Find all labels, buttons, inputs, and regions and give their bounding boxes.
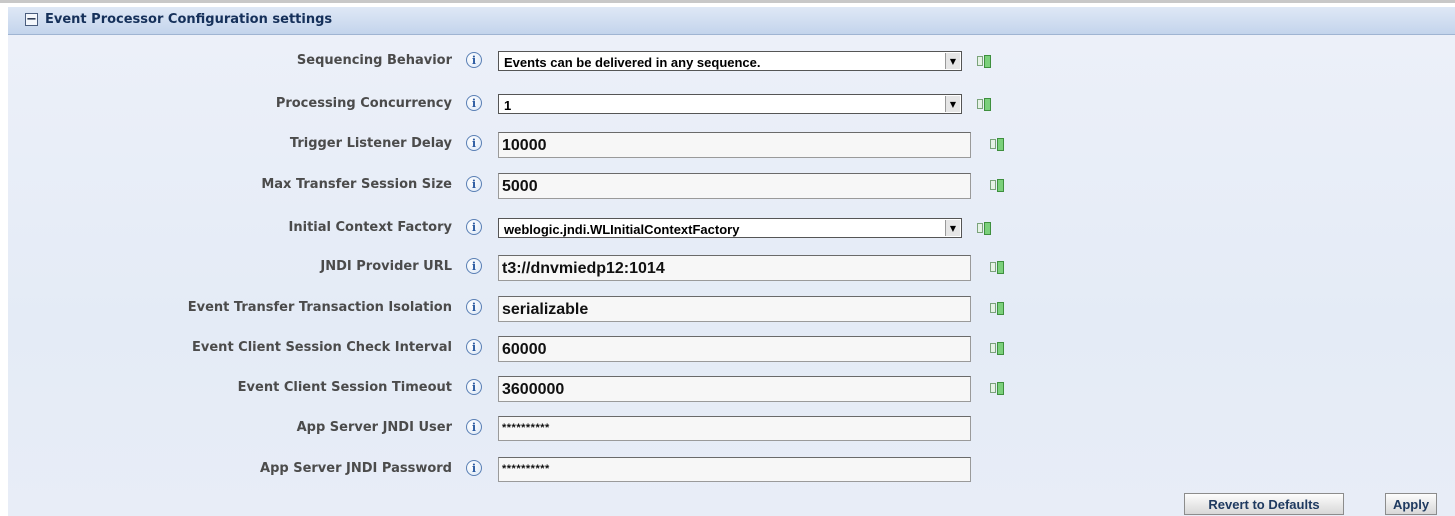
section-header[interactable]: − Event Processor Configuration settings: [8, 7, 1455, 35]
field-label: App Server JNDI User: [296, 420, 452, 435]
field-row-trigger-listener-delay: Trigger Listener Delay i 10000: [8, 128, 1455, 160]
input-value: **********: [502, 463, 550, 475]
input-value: 10000: [502, 137, 547, 154]
input-value: 3600000: [502, 381, 565, 398]
override-icon[interactable]: [990, 137, 1008, 151]
field-row-event-client-session-timeout: Event Client Session Timeout i 3600000: [8, 372, 1455, 404]
revert-to-defaults-button[interactable]: Revert to Defaults: [1184, 493, 1344, 515]
apply-button[interactable]: Apply: [1385, 493, 1437, 515]
jndi-provider-url-input[interactable]: t3://dnvmiedp12:1014: [498, 255, 971, 281]
override-icon[interactable]: [977, 54, 995, 68]
override-icon[interactable]: [990, 301, 1008, 315]
info-icon[interactable]: i: [466, 135, 482, 151]
info-icon[interactable]: i: [466, 258, 482, 274]
field-row-processing-concurrency: Processing Concurrency i 1 ▼: [8, 88, 1455, 120]
override-icon[interactable]: [977, 221, 995, 235]
field-label: Initial Context Factory: [288, 220, 452, 235]
field-row-sequencing-behavior: Sequencing Behavior i Events can be deli…: [8, 45, 1455, 77]
info-icon[interactable]: i: [466, 460, 482, 476]
max-transfer-session-size-input[interactable]: 5000: [498, 173, 971, 199]
sequencing-behavior-select[interactable]: Events can be delivered in any sequence.…: [498, 51, 962, 71]
info-icon[interactable]: i: [466, 339, 482, 355]
trigger-listener-delay-input[interactable]: 10000: [498, 132, 971, 158]
input-value: **********: [502, 422, 550, 434]
select-value: Events can be delivered in any sequence.: [504, 55, 761, 70]
field-row-event-transfer-transaction-isolation: Event Transfer Transaction Isolation i s…: [8, 292, 1455, 324]
select-value: weblogic.jndi.WLInitialContextFactory: [504, 222, 740, 237]
input-value: t3://dnvmiedp12:1014: [502, 260, 665, 277]
field-label: Sequencing Behavior: [296, 53, 452, 68]
chevron-down-icon[interactable]: ▼: [945, 220, 960, 236]
field-row-app-server-jndi-password: App Server JNDI Password i **********: [8, 453, 1455, 485]
processing-concurrency-select[interactable]: 1 ▼: [498, 94, 962, 114]
collapse-icon[interactable]: −: [25, 13, 38, 26]
input-value: 5000: [502, 178, 538, 195]
initial-context-factory-select[interactable]: weblogic.jndi.WLInitialContextFactory ▼: [498, 218, 962, 238]
override-icon[interactable]: [990, 178, 1008, 192]
section-title: Event Processor Configuration settings: [45, 12, 333, 27]
override-icon[interactable]: [990, 381, 1008, 395]
override-icon[interactable]: [977, 97, 995, 111]
info-icon[interactable]: i: [466, 419, 482, 435]
top-divider: [0, 0, 1455, 3]
chevron-down-icon[interactable]: ▼: [945, 53, 960, 69]
input-value: serializable: [502, 301, 589, 318]
info-icon[interactable]: i: [466, 299, 482, 315]
chevron-down-icon[interactable]: ▼: [945, 96, 960, 112]
field-label: JNDI Provider URL: [320, 259, 452, 274]
field-label: Processing Concurrency: [275, 96, 452, 111]
info-icon[interactable]: i: [466, 379, 482, 395]
settings-panel: Sequencing Behavior i Events can be deli…: [8, 35, 1455, 516]
field-label: Event Transfer Transaction Isolation: [187, 300, 452, 315]
field-row-jndi-provider-url: JNDI Provider URL i t3://dnvmiedp12:1014: [8, 251, 1455, 283]
field-row-max-transfer-session-size: Max Transfer Session Size i 5000: [8, 169, 1455, 201]
field-label: Trigger Listener Delay: [289, 136, 452, 151]
field-label: Max Transfer Session Size: [261, 177, 452, 192]
info-icon[interactable]: i: [466, 95, 482, 111]
info-icon[interactable]: i: [466, 52, 482, 68]
event-client-session-timeout-input[interactable]: 3600000: [498, 376, 971, 402]
field-row-initial-context-factory: Initial Context Factory i weblogic.jndi.…: [8, 212, 1455, 244]
event-client-session-check-interval-input[interactable]: 60000: [498, 336, 971, 362]
override-icon[interactable]: [990, 341, 1008, 355]
info-icon[interactable]: i: [466, 219, 482, 235]
app-server-jndi-password-input[interactable]: **********: [498, 457, 971, 482]
app-server-jndi-user-input[interactable]: **********: [498, 416, 971, 441]
field-label: Event Client Session Timeout: [237, 380, 452, 395]
field-row-event-client-session-check-interval: Event Client Session Check Interval i 60…: [8, 332, 1455, 364]
field-row-app-server-jndi-user: App Server JNDI User i **********: [8, 412, 1455, 444]
field-label: App Server JNDI Password: [260, 461, 452, 476]
field-label: Event Client Session Check Interval: [192, 340, 452, 355]
select-value: 1: [504, 98, 512, 113]
info-icon[interactable]: i: [466, 176, 482, 192]
override-icon[interactable]: [990, 260, 1008, 274]
event-transfer-transaction-isolation-input[interactable]: serializable: [498, 296, 971, 322]
input-value: 60000: [502, 341, 547, 358]
